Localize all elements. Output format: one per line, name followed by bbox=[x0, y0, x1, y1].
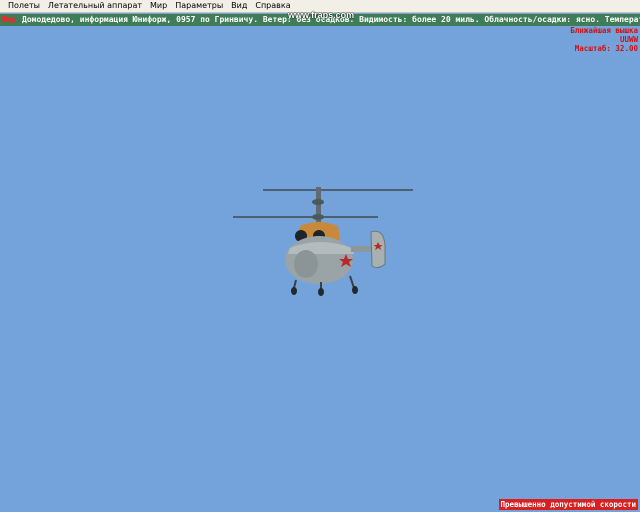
helicopter-icon bbox=[233, 187, 413, 296]
menu-views[interactable]: Вид bbox=[227, 0, 251, 12]
menu-options[interactable]: Параметры bbox=[171, 0, 227, 12]
menu-aircraft[interactable]: Летательный аппарат bbox=[44, 0, 146, 12]
menu-flights[interactable]: Полеты bbox=[4, 0, 44, 12]
menu-world[interactable]: Мир bbox=[146, 0, 171, 12]
nearest-tower-code: UUWW bbox=[619, 35, 638, 44]
nearest-tower-title: Ближайшая вышка bbox=[570, 26, 638, 35]
atis-prefix: Шер bbox=[2, 15, 17, 24]
nearest-tower-info: Ближайшая вышка UUWW Масштаб: 32.00 bbox=[570, 26, 638, 53]
overspeed-warning: Превышенно допустимой скорости bbox=[498, 499, 638, 510]
zoom-scale: Масштаб: 32.00 bbox=[574, 44, 638, 53]
fraps-watermark: www.fraps.com bbox=[288, 10, 355, 20]
